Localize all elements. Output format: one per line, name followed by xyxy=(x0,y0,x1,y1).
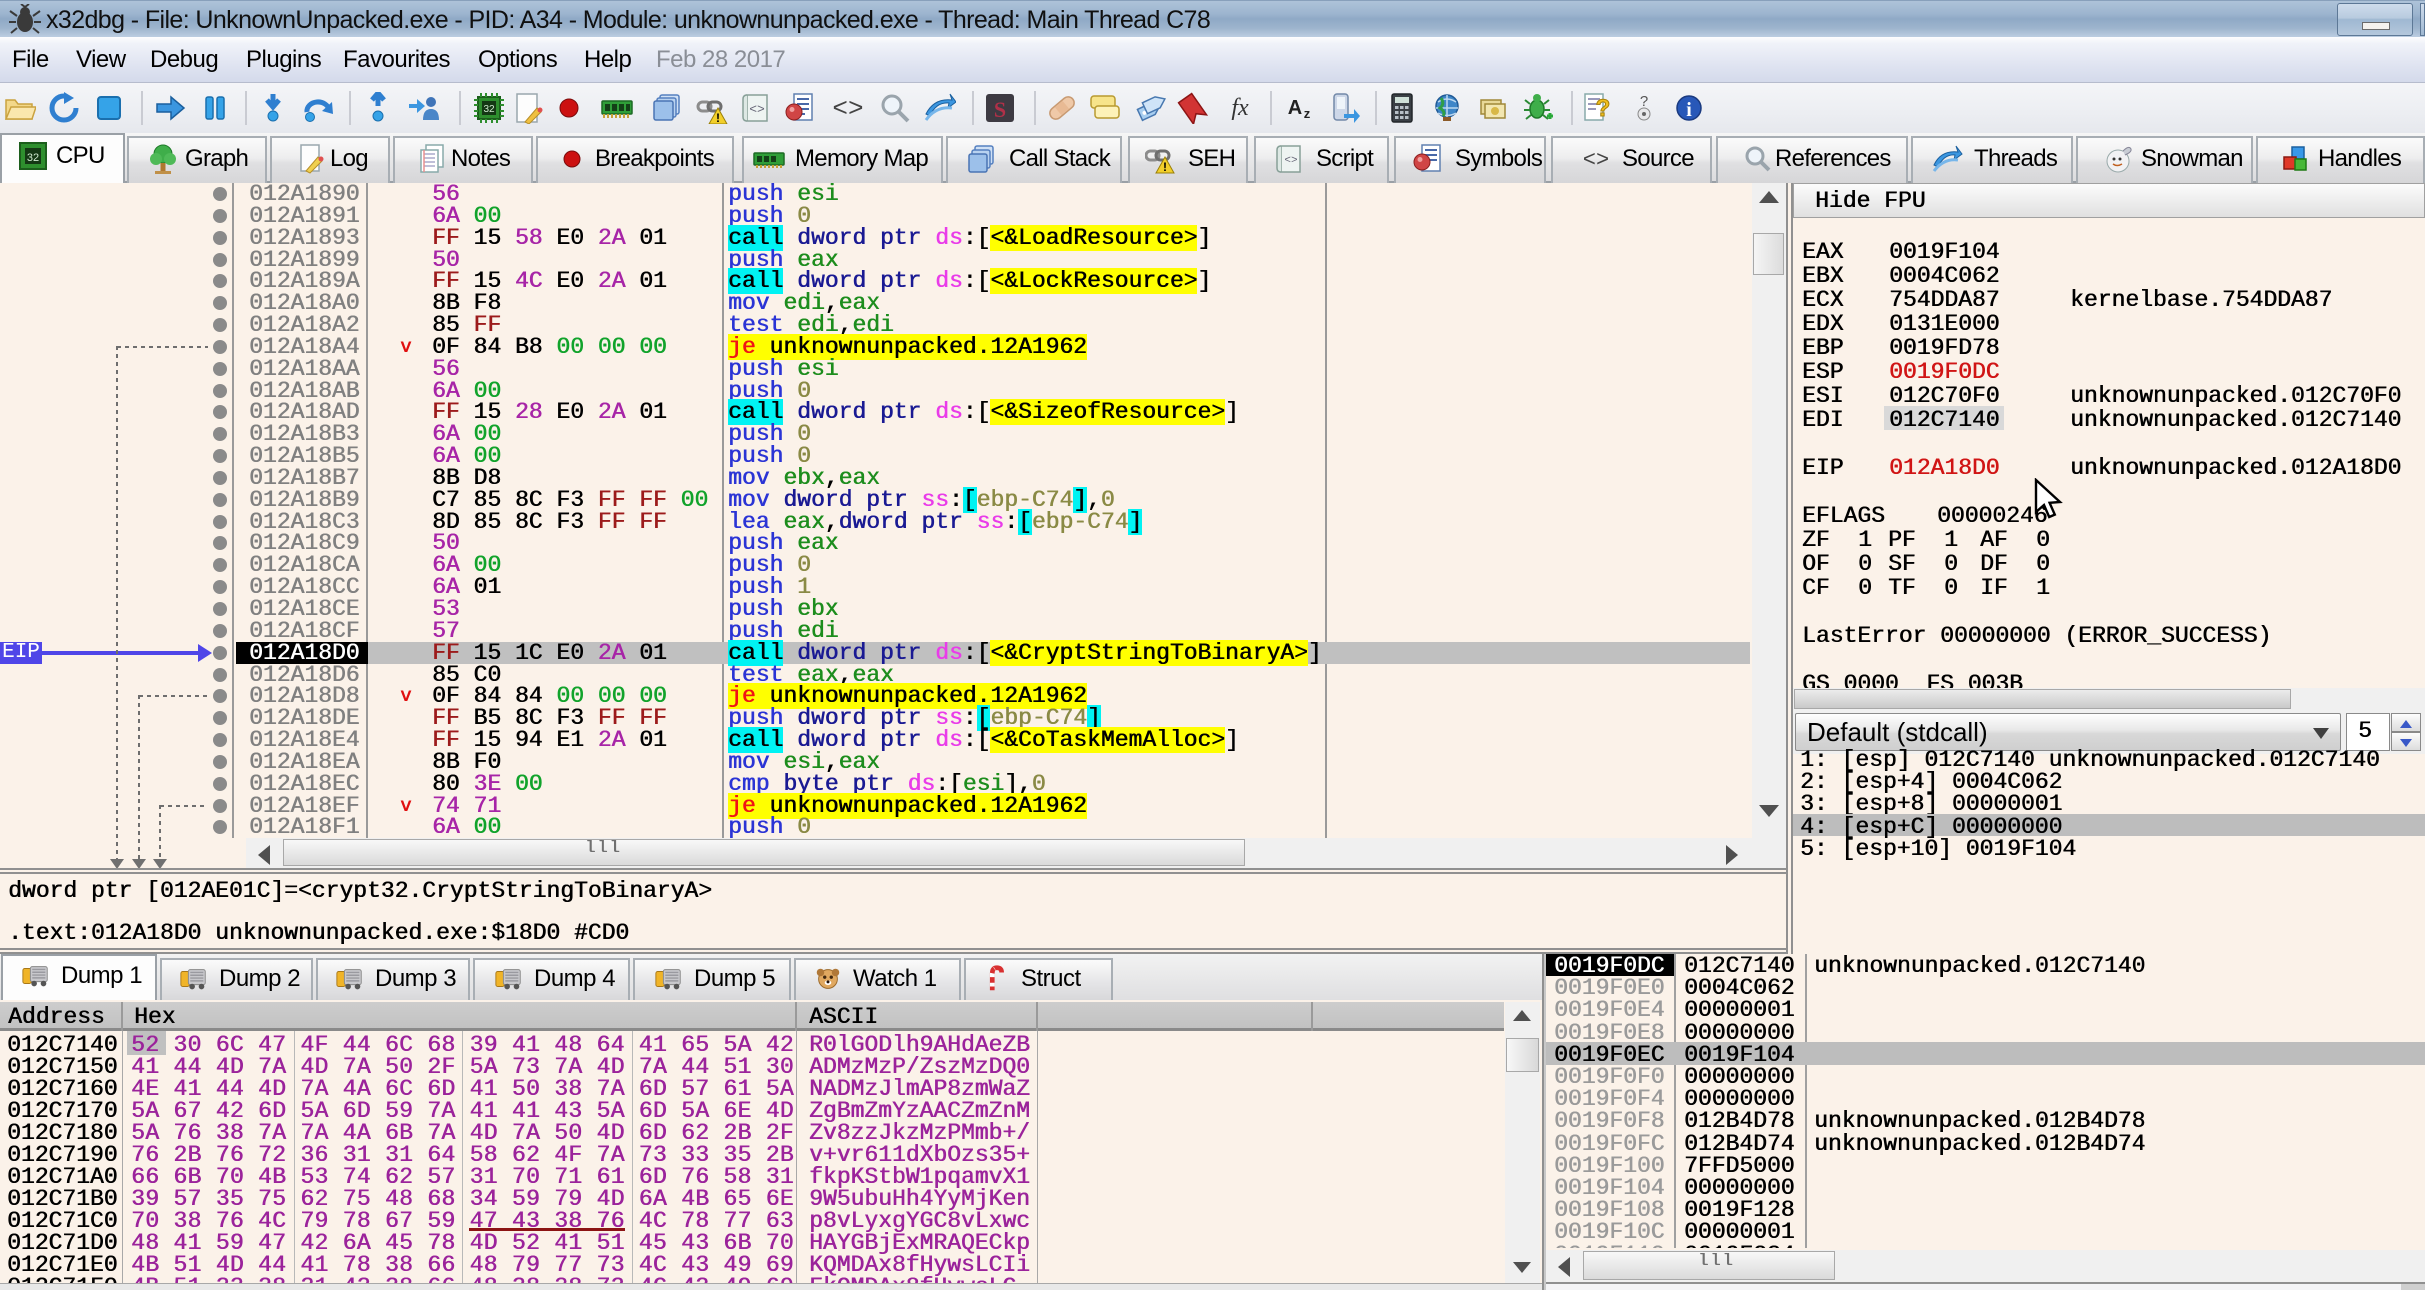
svg-text:!: ! xyxy=(716,111,720,124)
svg-text:fx: fx xyxy=(1231,95,1249,121)
svg-text:32: 32 xyxy=(483,104,495,115)
svg-text:<>: <> xyxy=(749,102,765,117)
svg-text:<>: <> xyxy=(832,94,863,124)
svg-text:<>: <> xyxy=(1284,155,1297,167)
svg-text:S: S xyxy=(994,97,1006,122)
svg-text:z: z xyxy=(1304,106,1311,121)
svg-text:!: ! xyxy=(1163,160,1167,174)
svg-text:?: ? xyxy=(1640,93,1648,110)
svg-text:A: A xyxy=(1288,97,1302,119)
svg-text:?: ? xyxy=(1596,95,1611,122)
svg-text:i: i xyxy=(1686,99,1692,121)
svg-text:<>: <> xyxy=(1583,148,1609,173)
svg-text:32: 32 xyxy=(27,152,39,164)
